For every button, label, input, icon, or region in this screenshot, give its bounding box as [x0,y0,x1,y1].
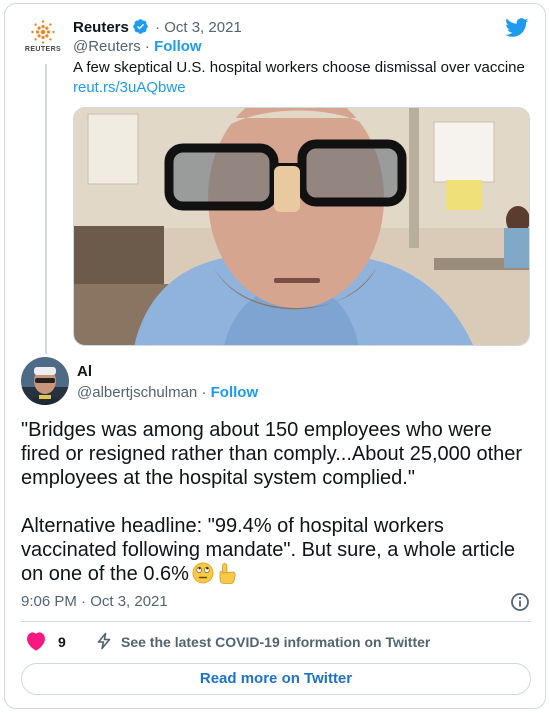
tweet-comment-text: Alternative headline: "99.4% of hospital… [21,515,516,585]
twitter-bird-icon[interactable] [505,18,529,38]
author-handle-row: @albertjschulman · Follow [77,384,258,402]
thread-connector-line [45,64,47,354]
info-icon[interactable] [510,592,530,612]
author-handle[interactable]: @albertjschulman [77,384,197,401]
tweet-actions-bar: 9 See the latest COVID-19 information on… [21,631,531,653]
tweet-paragraph-quote: "Bridges was among about 150 employees w… [21,419,523,489]
quoted-tweet-text: A few skeptical U.S. hospital workers ch… [73,59,525,76]
reuters-logo-icon [31,20,55,44]
actions-divider [21,621,531,622]
read-more-button[interactable]: Read more on Twitter [21,663,531,695]
reuters-avatar[interactable]: REUTERS [21,16,65,60]
follow-reuters-button[interactable]: Follow [154,38,202,55]
tweet-body: "Bridges was among about 150 employees w… [21,418,536,586]
follow-author-button[interactable]: Follow [211,384,259,401]
pointing-up-emoji-icon [219,563,236,584]
author-name[interactable]: Al [77,363,92,381]
handle-separator: · [197,384,211,401]
quoted-tweet-link[interactable]: reut.rs/3uAQbwe [73,78,186,97]
quoted-author-name[interactable]: Reuters [73,19,129,36]
author-avatar-image [21,357,69,405]
handle-separator: · [140,38,155,55]
eye-roll-emoji-icon [192,562,214,584]
tweet-timestamp[interactable]: 9:06 PM · Oct 3, 2021 [21,593,168,611]
covid-info-link[interactable]: See the latest COVID-19 information on T… [121,632,430,652]
verified-badge-icon [133,19,148,34]
article-photo-illustration [74,108,529,345]
embedded-tweet-card: REUTERS Reuters · Oct 3, 2021 @Reuters ·… [4,3,546,709]
quoted-handle-row: @Reuters · Follow [73,38,202,56]
date-separator: · [150,19,165,36]
heart-icon[interactable] [25,631,47,651]
lightning-icon [97,632,111,650]
like-count: 9 [58,634,66,650]
quoted-tweet-date[interactable]: Oct 3, 2021 [164,19,242,36]
reuters-logo-text: REUTERS [24,46,62,53]
author-avatar[interactable] [21,357,69,405]
tweet-paragraph-comment: Alternative headline: "99.4% of hospital… [21,514,536,586]
quoted-author-handle[interactable]: @Reuters [73,38,141,55]
article-photo[interactable] [73,107,530,346]
quoted-tweet-header: Reuters · Oct 3, 2021 [73,18,242,37]
